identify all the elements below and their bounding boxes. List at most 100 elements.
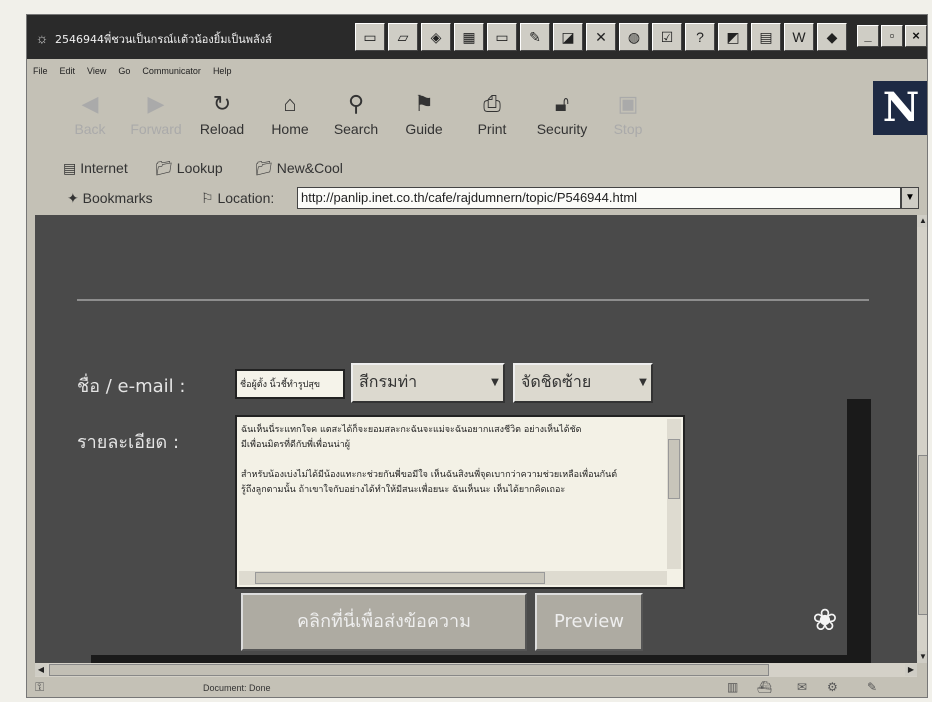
bookmarks-button[interactable]: ✦ Bookmarks xyxy=(67,190,153,207)
newcool-link[interactable]: 📁︎ New&Cool xyxy=(255,160,343,177)
navigation-toolbar: ◀ Back ▶ Forward ↻ Reload ⌂ Home ⚲ Searc… xyxy=(27,83,867,155)
scroll-down-arrow-icon[interactable]: ▼ xyxy=(917,651,927,663)
bookmarks-label: Bookmarks xyxy=(82,190,153,206)
menu-communicator[interactable]: Communicator xyxy=(142,61,201,81)
app4-icon[interactable]: ◩ xyxy=(718,23,748,51)
location-label-text: Location: xyxy=(217,190,275,206)
home-button[interactable]: ⌂ Home xyxy=(261,89,319,149)
composer-icon[interactable]: ⚙ xyxy=(827,680,838,694)
color-select[interactable]: สีกรมท่า ▼ xyxy=(351,363,505,403)
detail-textarea[interactable]: ฉันเห็นนี่ระแทกใจค แตสะได้ก็จะยอมสละกะฉั… xyxy=(235,415,685,589)
reload-label: Reload xyxy=(199,121,245,137)
editor-icon[interactable]: ✎ xyxy=(867,680,877,694)
help-icon[interactable]: ? xyxy=(685,23,715,51)
title-bar: ☼ 2546944พี่ชวนเป็นกรณ์เเต้วน้องยิ้มเป็น… xyxy=(27,15,927,59)
home-icon: ⌂ xyxy=(283,91,297,116)
location-label: ⚐ Location: xyxy=(201,190,274,207)
detail-label: รายละเอียด : xyxy=(77,432,180,453)
search-label: Search xyxy=(333,121,379,137)
url-input[interactable]: http://panlip.inet.co.th/cafe/rajdumnern… xyxy=(297,187,901,209)
page-icon: ▤ xyxy=(63,160,77,176)
scroll-thumb[interactable] xyxy=(918,455,927,615)
bear-mascot-icon: ❀ xyxy=(812,604,838,637)
print-icon: ⎙ xyxy=(483,91,501,116)
name-email-input[interactable]: ชื่อผู้ตั้ง นิ้วชี้ทำรูปสุข xyxy=(235,369,345,399)
chevron-down-icon: ▼ xyxy=(491,377,499,388)
window-title: 2546944พี่ชวนเป็นกรณ์เเต้วน้องยิ้มเป็นพล… xyxy=(55,33,272,46)
menu-go[interactable]: Go xyxy=(118,61,130,81)
netscape-icon[interactable]: ◈ xyxy=(421,23,451,51)
menu-bar: File Edit View Go Communicator Help xyxy=(27,61,927,81)
internet-label: Internet xyxy=(80,160,128,176)
close-button[interactable]: × xyxy=(905,25,927,47)
taskbar-icons: ▭ ▱ ◈ ▦ ▭ ✎ ◪ ✕ ◍ ☑ ? ◩ ▤ W ◆ xyxy=(355,23,847,53)
window-controls: _ ▫ × xyxy=(857,25,927,47)
scroll-thumb[interactable] xyxy=(49,664,769,676)
stop-button[interactable]: ▣ Stop xyxy=(599,89,657,149)
reload-button[interactable]: ↻ Reload xyxy=(193,89,251,149)
desktop-icon[interactable]: ▭ xyxy=(355,23,385,51)
check-icon[interactable]: ☑ xyxy=(652,23,682,51)
browser-window: ☼ 2546944พี่ชวนเป็นกรณ์เเต้วน้องยิ้มเป็น… xyxy=(26,14,928,698)
word-icon[interactable]: W xyxy=(784,23,814,51)
reload-icon: ↻ xyxy=(212,91,232,116)
menu-help[interactable]: Help xyxy=(213,61,232,81)
window2-icon[interactable]: ▤ xyxy=(751,23,781,51)
page-content: ชื่อ / e-mail : ชื่อผู้ตั้ง นิ้วชี้ทำรูป… xyxy=(35,215,917,663)
url-dropdown-button[interactable]: ▼ xyxy=(901,187,919,209)
guide-button[interactable]: ⚑ Guide xyxy=(395,89,453,149)
back-button[interactable]: ◀ Back xyxy=(61,89,119,149)
netscape-logo[interactable]: N xyxy=(873,81,927,135)
maximize-button[interactable]: ▫ xyxy=(881,25,903,47)
back-label: Back xyxy=(74,121,106,137)
internet-link[interactable]: ▤ Internet xyxy=(63,160,128,177)
align-select[interactable]: จัดชิดซ้าย ▼ xyxy=(513,363,653,403)
chevron-down-icon: ▼ xyxy=(639,377,647,388)
stop-label: Stop xyxy=(613,121,643,137)
personal-toolbar: ▤ Internet 📁︎ Lookup 📁︎ New&Cool xyxy=(27,157,927,183)
decorative-bar xyxy=(847,399,871,663)
search-icon: ⚲ xyxy=(347,91,365,116)
security-button[interactable]: 🔓︎ Security xyxy=(533,89,591,149)
guide-icon: ⚑ xyxy=(414,91,434,116)
navigator-icon[interactable]: ⛴ xyxy=(757,680,772,694)
name-email-label: ชื่อ / e-mail : xyxy=(77,376,186,397)
security-lock-icon[interactable]: ⚿ xyxy=(35,680,44,695)
scroll-left-arrow-icon[interactable]: ◀ xyxy=(35,664,47,676)
app5-icon[interactable]: ◆ xyxy=(817,23,847,51)
menu-edit[interactable]: Edit xyxy=(60,61,76,81)
print-button[interactable]: ⎙ Print xyxy=(463,89,521,149)
submit-button[interactable]: คลิกที่นี่เพื่อส่งข้อความ xyxy=(241,593,527,651)
textarea-horizontal-scrollbar[interactable] xyxy=(239,571,667,585)
window-icon[interactable]: ▭ xyxy=(487,23,517,51)
tools-icon[interactable]: ✕ xyxy=(586,23,616,51)
detail-text: ฉันเห็นนี่ระแทกใจค แตสะได้ก็จะยอมสละกะฉั… xyxy=(241,425,618,495)
preview-button[interactable]: Preview xyxy=(535,593,643,651)
menu-file[interactable]: File xyxy=(33,61,48,81)
minimize-button[interactable]: _ xyxy=(857,25,879,47)
page-horizontal-scrollbar[interactable]: ◀ ▶ xyxy=(35,663,917,677)
scroll-thumb[interactable] xyxy=(668,439,680,499)
mail-icon[interactable]: ✉ xyxy=(797,680,807,694)
location-toolbar: ✦ Bookmarks ⚐ Location: http://panlip.in… xyxy=(27,185,927,213)
search-button[interactable]: ⚲ Search xyxy=(327,89,385,149)
divider xyxy=(77,299,869,301)
color-select-value: สีกรมท่า xyxy=(359,372,418,391)
lookup-link[interactable]: 📁︎ Lookup xyxy=(155,160,223,177)
app2-icon[interactable]: ✎ xyxy=(520,23,550,51)
paint-icon[interactable]: ◍ xyxy=(619,23,649,51)
folder-icon[interactable]: ▱ xyxy=(388,23,418,51)
textarea-vertical-scrollbar[interactable] xyxy=(667,419,681,569)
scroll-thumb[interactable] xyxy=(255,572,545,584)
page-vertical-scrollbar[interactable]: ▲ ▼ xyxy=(917,215,927,663)
back-icon: ◀ xyxy=(81,91,99,116)
forward-button[interactable]: ▶ Forward xyxy=(127,89,185,149)
app3-icon[interactable]: ◪ xyxy=(553,23,583,51)
location-icon: ⚐ xyxy=(201,190,218,206)
menu-view[interactable]: View xyxy=(87,61,106,81)
app-icon[interactable]: ▦ xyxy=(454,23,484,51)
security-icon: 🔓︎ xyxy=(554,91,570,116)
component-icon[interactable]: ▥ xyxy=(727,680,738,694)
scroll-right-arrow-icon[interactable]: ▶ xyxy=(905,664,917,676)
scroll-up-arrow-icon[interactable]: ▲ xyxy=(917,215,927,227)
